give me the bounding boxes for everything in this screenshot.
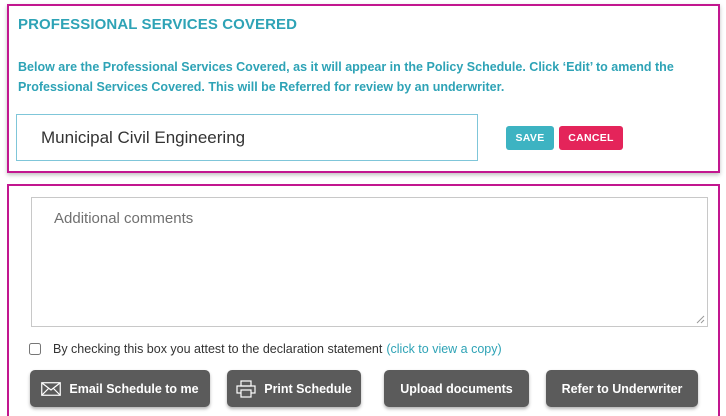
declaration-text: By checking this box you attest to the d… bbox=[53, 342, 383, 356]
email-schedule-button[interactable]: Email Schedule to me bbox=[30, 370, 210, 407]
envelope-icon bbox=[41, 381, 62, 396]
declaration-copy-link[interactable]: (click to view a copy) bbox=[386, 342, 501, 356]
refer-to-underwriter-button[interactable]: Refer to Underwriter bbox=[546, 370, 698, 407]
section-description: Below are the Professional Services Cove… bbox=[18, 60, 674, 94]
email-schedule-label: Email Schedule to me bbox=[69, 381, 199, 396]
save-button[interactable]: SAVE bbox=[506, 126, 554, 150]
upload-documents-button[interactable]: Upload documents bbox=[384, 370, 529, 407]
declaration-row: By checking this box you attest to the d… bbox=[29, 341, 502, 357]
upload-documents-label: Upload documents bbox=[400, 381, 513, 396]
declaration-checkbox[interactable] bbox=[29, 343, 41, 355]
refer-to-underwriter-label: Refer to Underwriter bbox=[561, 381, 683, 396]
comments-panel: By checking this box you attest to the d… bbox=[7, 184, 720, 416]
resize-grip-icon[interactable] bbox=[695, 314, 705, 324]
additional-comments-textarea[interactable] bbox=[31, 197, 708, 327]
printer-icon bbox=[236, 379, 256, 398]
section-heading: PROFESSIONAL SERVICES COVERED bbox=[18, 16, 298, 33]
professional-services-panel: PROFESSIONAL SERVICES COVERED Below are … bbox=[7, 4, 720, 173]
cancel-button[interactable]: CANCEL bbox=[559, 126, 623, 150]
print-schedule-label: Print Schedule bbox=[264, 381, 352, 396]
print-schedule-button[interactable]: Print Schedule bbox=[227, 370, 361, 407]
professional-services-input[interactable] bbox=[16, 114, 478, 161]
